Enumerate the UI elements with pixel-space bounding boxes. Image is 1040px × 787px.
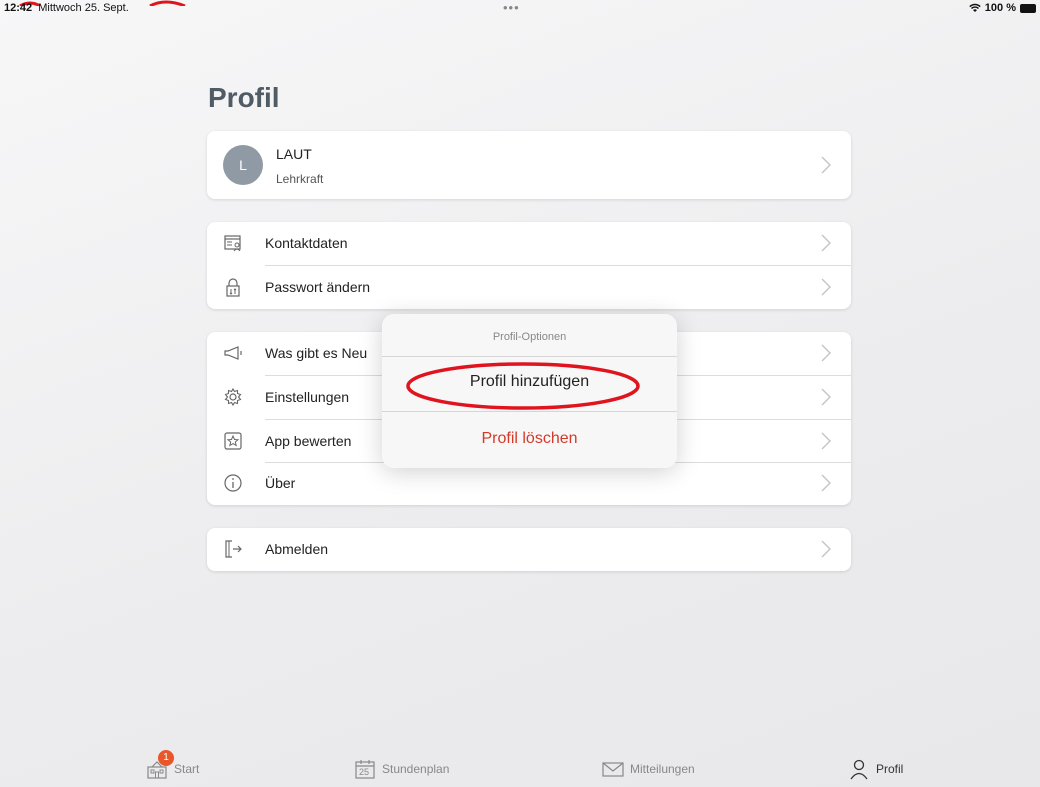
menu-item-label: App bewerten (265, 433, 352, 449)
multitasking-dots[interactable]: ••• (503, 0, 520, 15)
divider (382, 411, 677, 412)
tab-profil[interactable]: Profil (848, 750, 903, 787)
battery-icon (1020, 3, 1036, 13)
menu-item-label: Einstellungen (265, 389, 350, 405)
avatar: L (223, 145, 263, 185)
chevron-right-icon (821, 156, 831, 174)
tab-label: Profil (876, 761, 904, 776)
school-icon: 1 (146, 749, 174, 780)
logout-door-icon (225, 540, 242, 558)
chevron-right-icon (821, 432, 831, 450)
chevron-right-icon (821, 540, 831, 558)
profile-card[interactable]: L LAUT Lehrkraft (207, 131, 851, 199)
profile-name: LAUT (276, 146, 312, 162)
menu-item-abmelden[interactable]: Abmelden (207, 528, 851, 571)
highlight-ellipse (406, 362, 640, 410)
chevron-right-icon (821, 278, 831, 296)
tab-label: Mitteilungen (630, 761, 695, 776)
tab-start[interactable]: 1 Start (146, 749, 200, 787)
chevron-right-icon (821, 234, 831, 252)
contact-card-icon (224, 235, 241, 252)
menu-item-label: Kontaktdaten (265, 235, 348, 251)
gear-icon (224, 387, 242, 407)
calendar-icon: 25 (354, 758, 376, 780)
account-section: Kontaktdaten Passwort ändern (207, 222, 851, 309)
logout-section: Abmelden (207, 528, 851, 571)
tab-mitteilungen[interactable]: Mitteilungen (602, 750, 695, 787)
chevron-right-icon (821, 388, 831, 406)
calendar-day: 25 (359, 766, 370, 777)
tab-label: Start (174, 761, 200, 776)
lock-icon (226, 278, 240, 297)
menu-item-kontaktdaten[interactable]: Kontaktdaten (207, 222, 851, 265)
tab-stundenplan[interactable]: 25 Stundenplan (354, 750, 449, 787)
menu-item-ueber[interactable]: Über (207, 462, 851, 505)
status-time: 12:42 Mittwoch 25. Sept. (4, 2, 129, 14)
menu-item-label: Passwort ändern (265, 279, 371, 295)
divider (382, 356, 677, 357)
chevron-right-icon (821, 344, 831, 362)
notification-badge: 1 (158, 749, 174, 766)
person-icon (848, 758, 870, 780)
menu-item-label: Was gibt es Neu (265, 345, 368, 361)
menu-item-label: Abmelden (265, 541, 329, 557)
page-title: Profil (208, 82, 280, 113)
menu-item-passwort-aendern[interactable]: Passwort ändern (207, 266, 851, 309)
status-right: 100 % (969, 2, 1036, 14)
tab-label: Stundenplan (382, 761, 450, 776)
chevron-right-icon (821, 474, 831, 492)
status-date: Mittwoch 25. Sept. (38, 2, 129, 14)
status-bar: 12:42 Mittwoch 25. Sept. ••• 100 % (0, 0, 1040, 18)
envelope-icon (602, 758, 624, 780)
tab-bar: 1 Start 25 Stundenplan Mitteilungen Prof… (0, 749, 1040, 787)
info-icon (224, 474, 242, 492)
menu-item-label: Über (265, 475, 296, 491)
delete-profile-button[interactable]: Profil löschen (382, 430, 677, 448)
battery-percent: 100 % (984, 2, 1016, 14)
popover-title: Profil-Optionen (492, 331, 567, 343)
megaphone-icon (224, 346, 242, 360)
profile-role: Lehrkraft (276, 172, 324, 186)
star-icon (224, 432, 242, 450)
wifi-icon (969, 3, 981, 12)
